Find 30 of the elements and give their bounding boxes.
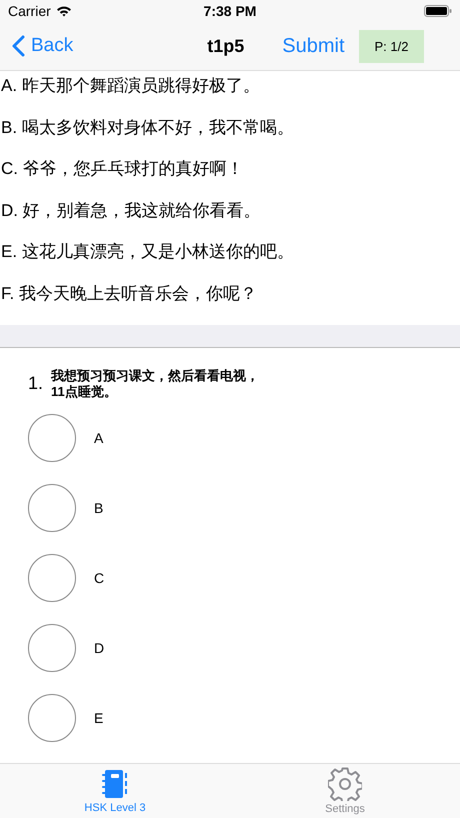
answer-sentence: A. 昨天那个舞蹈演员跳得好极了。	[0, 75, 261, 97]
option-label: E	[94, 710, 104, 726]
chevron-left-icon	[12, 35, 25, 57]
wifi-icon	[56, 5, 72, 17]
page-indicator: P: 1/2	[358, 30, 424, 62]
submit-button[interactable]: Submit	[282, 34, 345, 58]
answer-sentence: E. 这花儿真漂亮，又是小林送你的吧。	[0, 241, 295, 264]
question-text: 我想预习预习课文，然后看看电视，11点睡觉。	[51, 368, 260, 400]
radio-button[interactable]	[28, 414, 76, 462]
status-time: 7:38 PM	[202, 3, 258, 19]
settings-icon	[328, 767, 362, 801]
tab-item[interactable]: Settings	[230, 764, 460, 818]
answer-sentence: D. 好，别着急，我这就给你看看。	[0, 200, 262, 222]
question-number: 1.	[28, 373, 44, 394]
radio-button[interactable]	[28, 554, 76, 602]
answer-sentence: B. 喝太多饮料对身体不好，我不常喝。	[0, 116, 295, 139]
option-label: A	[94, 430, 104, 446]
radio-button[interactable]	[28, 484, 76, 532]
option-label: B	[94, 500, 104, 516]
battery-icon	[424, 5, 452, 17]
radio-button[interactable]	[28, 694, 76, 742]
nav-title: t1p5	[207, 36, 244, 56]
tab-item[interactable]: HSK Level 3	[0, 764, 230, 818]
carrier-label: Carrier	[8, 3, 51, 19]
back-button[interactable]: Back	[12, 35, 74, 57]
radio-button[interactable]	[28, 624, 76, 672]
answer-sentence: F. 我今天晚上去听音乐会，你呢？	[0, 282, 258, 305]
option-label: D	[94, 640, 104, 656]
answer-sentence: C. 爷爷，您乒乓球打的真好啊！	[0, 158, 245, 180]
option-label: C	[94, 570, 104, 586]
